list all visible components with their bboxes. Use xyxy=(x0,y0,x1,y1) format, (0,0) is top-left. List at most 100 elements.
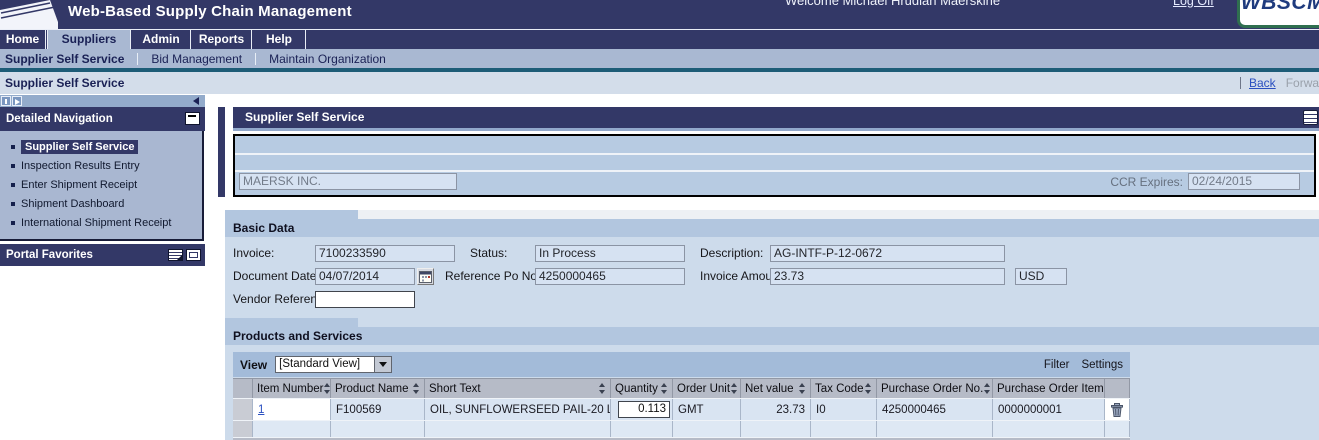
top-banner: Web-Based Supply Chain Management Welcom… xyxy=(0,0,1319,29)
scroll-right-icon[interactable] xyxy=(12,96,22,106)
header-product-name[interactable]: Product Name xyxy=(331,378,425,398)
panel-options-icon[interactable] xyxy=(1303,110,1318,125)
detailed-navigation-header: Detailed Navigation xyxy=(0,107,205,131)
header-order-unit[interactable]: Order Unit xyxy=(673,378,741,398)
row-selector-cell[interactable] xyxy=(233,399,253,420)
sort-icon[interactable] xyxy=(983,383,991,394)
status-field: In Process xyxy=(535,245,685,262)
sort-icon[interactable] xyxy=(323,383,331,394)
sort-icon[interactable] xyxy=(864,383,872,394)
sort-icon[interactable] xyxy=(412,383,420,394)
table-toolbar: View [Standard View] Filter Settings xyxy=(233,352,1130,377)
view-select[interactable]: [Standard View] xyxy=(275,356,392,373)
subnav-bid-management[interactable]: Bid Management xyxy=(151,52,242,66)
filter-link[interactable]: Filter xyxy=(1044,359,1070,371)
sidebar-item-supplier-self-service[interactable]: Supplier Self Service xyxy=(0,137,202,156)
form-section: Basic Data Invoice: 7100233590 Status: I… xyxy=(225,210,1319,440)
actions-cell xyxy=(1105,399,1130,420)
purchase-order-no-cell: 4250000465 xyxy=(877,399,993,420)
view-label: View xyxy=(240,358,267,372)
tab-reports[interactable]: Reports xyxy=(192,30,252,50)
portal-favorites-header: Portal Favorites xyxy=(0,244,205,266)
log-off-link[interactable]: Log Off xyxy=(1173,0,1214,8)
bullet-icon xyxy=(11,164,15,168)
divider xyxy=(1240,77,1241,89)
breadcrumb: Supplier Self Service xyxy=(5,72,124,94)
tray-menu-icon[interactable] xyxy=(168,249,183,261)
main-tab-bar: Home Suppliers Admin Reports Help xyxy=(0,29,1319,49)
tax-code-cell: I0 xyxy=(811,399,877,420)
header-net-value[interactable]: Net value xyxy=(741,378,811,398)
quantity-cell: 0.113 xyxy=(611,399,673,420)
breadcrumb-bar: Supplier Self Service Back Forward xyxy=(0,72,1319,94)
settings-link[interactable]: Settings xyxy=(1081,359,1123,371)
currency-field: USD xyxy=(1015,268,1067,285)
sidebar-item-enter-shipment-receipt[interactable]: Enter Shipment Receipt xyxy=(0,175,202,194)
item-number-cell: 1 xyxy=(253,399,331,420)
short-text-cell: OIL, SUNFLOWERSEED PAIL-20 L-F xyxy=(425,399,611,420)
detailed-navigation-title: Detailed Navigation xyxy=(6,113,113,125)
sidebar-item-international-shipment-receipt[interactable]: International Shipment Receipt xyxy=(0,213,202,232)
table-row-empty xyxy=(233,420,1130,437)
subnav-supplier-self-service[interactable]: Supplier Self Service xyxy=(5,52,124,66)
header-quantity[interactable]: Quantity xyxy=(611,378,673,398)
back-link[interactable]: Back xyxy=(1249,76,1276,90)
header-purchase-order-no[interactable]: Purchase Order No. xyxy=(877,378,993,398)
table-header-row: Item Number Product Name Short Text Quan… xyxy=(233,378,1130,398)
welcome-text: Welcome Michael Hrudlan Maerskine xyxy=(785,0,1000,8)
bullet-icon xyxy=(11,145,15,149)
bullet-icon xyxy=(11,202,15,206)
app-title: Web-Based Supply Chain Management xyxy=(68,3,352,20)
purchase-order-item-cell: 0000000001 xyxy=(993,399,1105,420)
document-date-label: Document Date: xyxy=(233,268,320,285)
bullet-icon xyxy=(11,221,15,225)
basic-data-tab xyxy=(225,210,358,219)
status-label: Status: xyxy=(470,245,507,262)
product-name-cell: F100569 xyxy=(331,399,425,420)
reference-po-field: 4250000465 xyxy=(535,268,685,285)
panel-scroll-strip xyxy=(0,94,205,107)
quantity-input[interactable]: 0.113 xyxy=(618,401,670,418)
agency-logo-icon xyxy=(0,0,58,29)
sidebar-item-inspection-results-entry[interactable]: Inspection Results Entry xyxy=(0,156,202,175)
app-window: Web-Based Supply Chain Management Welcom… xyxy=(0,0,1319,440)
header-tax-code[interactable]: Tax Code xyxy=(811,378,877,398)
header-purchase-order-item[interactable]: Purchase Order Item xyxy=(993,378,1105,398)
organization-field: MAERSK INC. xyxy=(239,173,457,190)
description-field: AG-INTF-P-12-0672 xyxy=(770,245,1005,262)
portal-favorites-title: Portal Favorites xyxy=(6,249,93,261)
sort-icon[interactable] xyxy=(598,383,606,394)
panel-accent-bar xyxy=(218,107,225,197)
scroll-bar-icon[interactable] xyxy=(1,96,11,106)
sub-nav-bar: Supplier Self Service Bid Management Mai… xyxy=(0,49,1319,68)
tray-box-icon[interactable] xyxy=(186,249,201,261)
bullet-icon xyxy=(11,183,15,187)
vendor-reference-input[interactable] xyxy=(315,291,415,308)
dropdown-arrow-icon[interactable] xyxy=(375,356,392,373)
tab-admin[interactable]: Admin xyxy=(132,30,191,50)
view-select-value[interactable]: [Standard View] xyxy=(275,356,375,373)
header-item-number[interactable]: Item Number xyxy=(253,378,331,398)
description-label: Description: xyxy=(700,245,763,262)
header-short-text[interactable]: Short Text xyxy=(425,378,611,398)
delete-row-icon[interactable] xyxy=(1110,403,1124,417)
sort-icon[interactable] xyxy=(798,383,806,394)
tab-home[interactable]: Home xyxy=(0,30,46,50)
wbscm-logo: WBSCM xyxy=(1237,0,1319,28)
panel-row: MAERSK INC. CCR Expires: 02/24/2015 xyxy=(235,170,1314,191)
sidebar-item-shipment-dashboard[interactable]: Shipment Dashboard xyxy=(0,194,202,213)
row-selector-cell[interactable] xyxy=(233,421,253,437)
sort-icon[interactable] xyxy=(660,383,668,394)
tab-help[interactable]: Help xyxy=(253,30,306,50)
tab-suppliers[interactable]: Suppliers xyxy=(47,30,131,50)
minimize-icon[interactable] xyxy=(185,112,200,125)
calendar-icon[interactable] xyxy=(417,268,434,285)
sort-icon[interactable] xyxy=(730,383,738,394)
collapse-left-icon[interactable] xyxy=(193,97,199,105)
ccr-expires-label: CCR Expires: xyxy=(1110,175,1183,189)
content-panel-header: Supplier Self Service xyxy=(233,107,1319,131)
reference-po-label: Reference Po No.: xyxy=(445,268,544,285)
subnav-maintain-organization[interactable]: Maintain Organization xyxy=(269,52,386,66)
section-tab-strip xyxy=(358,210,1319,219)
item-number-link[interactable]: 1 xyxy=(258,404,264,416)
